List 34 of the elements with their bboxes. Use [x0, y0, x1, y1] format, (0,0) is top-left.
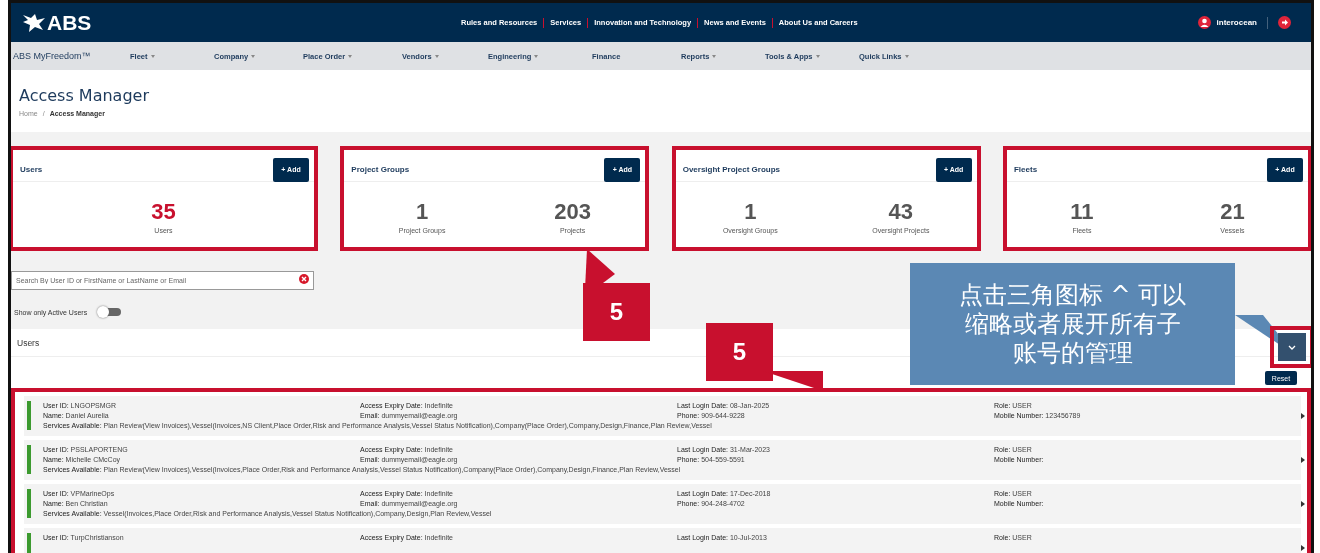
stat-value: 1: [415, 201, 429, 223]
annotation-callout: 点击三角图标 ^ 可以缩略或者展开所有子账号的管理: [910, 263, 1235, 385]
caret-icon: [348, 54, 353, 58]
user-avatar-icon: [1197, 16, 1211, 29]
stat-value: 21: [1220, 201, 1245, 223]
card-title: Fleets: [1014, 165, 1038, 174]
caret-icon: [251, 54, 256, 58]
stat-value: 1: [744, 201, 757, 223]
brand-link[interactable]: ABS MyFreedom™: [13, 51, 130, 61]
stat-value: 43: [888, 201, 914, 223]
card-title: Project Groups: [351, 165, 410, 174]
card-title: Users: [20, 165, 43, 174]
expand-arrow-icon[interactable]: [1301, 413, 1305, 419]
stat-value: 203: [554, 201, 591, 223]
logo-text[interactable]: ABS: [47, 10, 92, 35]
caret-icon: [534, 54, 539, 58]
stat-value: 11: [1070, 201, 1094, 223]
caret-icon: [150, 54, 155, 58]
card-title: Oversight Project Groups: [682, 165, 780, 174]
stat-value: 35: [151, 201, 176, 223]
caret-icon: [712, 54, 717, 58]
caret-icon: [434, 54, 439, 58]
logout-icon[interactable]: [1278, 16, 1291, 29]
user-name[interactable]: interocean: [1216, 18, 1257, 27]
page-title: Access Manager: [19, 86, 150, 105]
caret-icon: [904, 54, 909, 58]
clear-icon[interactable]: [299, 273, 309, 284]
chevron-down-icon: [1288, 344, 1296, 350]
expand-arrow-icon[interactable]: [1301, 545, 1305, 551]
expand-arrow-icon[interactable]: [1301, 501, 1305, 507]
caret-icon: [815, 54, 820, 58]
expand-arrow-icon[interactable]: [1301, 457, 1305, 463]
active-users-toggle[interactable]: [99, 308, 122, 316]
panel-title: Users: [17, 337, 40, 348]
